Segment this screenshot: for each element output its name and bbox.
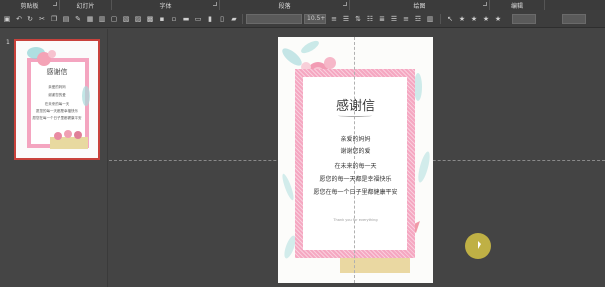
group-slides: 幻灯片 [60,0,112,10]
dialog-launcher-icon[interactable] [53,2,57,6]
ribbon-group-labels: 剪贴板 幻灯片 字体 段落 绘图 编辑 [0,0,605,10]
dialog-launcher-icon[interactable] [343,2,347,6]
slide-thumbnail[interactable]: 感谢信 亲爱的妈妈 谢谢您的爱 在未来的每一天 愿您的每一天都是幸福快乐 愿您在… [14,39,100,160]
font-name-select[interactable] [246,14,302,24]
char-spacing-icon[interactable]: ▭ [194,15,202,23]
body-line[interactable]: 在未来的每一天 [278,161,433,170]
align-right-icon[interactable]: ≡ [402,15,410,23]
quick-styles-icon[interactable]: ★ [482,15,490,23]
font-size-value: 10.5+ [307,15,326,22]
vertical-guide[interactable] [354,37,355,283]
clear-format-icon[interactable]: ▰ [230,15,238,23]
cut-icon[interactable]: ✂ [38,15,46,23]
columns-icon[interactable]: ▥ [426,15,434,23]
new-slide-icon[interactable]: ▦ [86,15,94,23]
thumbnail-line: 谢谢您的爱 [48,93,66,97]
justify-icon[interactable]: ☲ [414,15,422,23]
bold-icon[interactable]: ▨ [134,15,142,23]
bullets-icon[interactable]: ≡ [330,15,338,23]
title-swash [338,114,372,117]
shadow-icon[interactable]: ▬ [182,15,190,23]
dialog-launcher-icon[interactable] [213,2,217,6]
undo-icon[interactable]: ↶ [15,15,23,23]
slide-number: 1 [6,39,10,46]
strikethrough-icon[interactable]: ▫ [170,15,178,23]
shape-outline-select[interactable] [562,14,586,24]
separator [440,14,441,24]
slide[interactable]: 感谢信 亲爱的妈妈 谢谢您的爱 在未来的每一天 愿您的每一天都是幸福快乐 愿您在… [278,37,433,283]
group-font-label: 字体 [159,2,172,10]
numbering-icon[interactable]: ☰ [342,15,350,23]
group-font: 字体 [112,0,220,10]
mouse-pointer-icon [478,241,481,249]
thumbnail-line: 愿您在每一个日子里都健康平安 [32,116,82,120]
shapes-icon[interactable]: ★ [458,15,466,23]
group-paragraph: 段落 [220,0,350,10]
group-paragraph-label: 段落 [278,2,291,10]
group-drawing: 绘图 [350,0,490,10]
copy-icon[interactable]: ❐ [50,15,58,23]
align-center-icon[interactable]: ☰ [390,15,398,23]
save-icon[interactable]: ▣ [3,15,11,23]
thumbnail-line: 愿您的每一天都是幸福快乐 [36,109,78,113]
slide-title[interactable]: 感谢信 [278,95,433,114]
shape-fill-select[interactable] [512,14,536,24]
body-line[interactable]: 愿您在每一个日子里都健康平安 [278,187,433,196]
body-line[interactable]: 谢谢您的爱 [278,146,433,155]
format-painter-icon[interactable]: ✎ [74,15,82,23]
reset-icon[interactable]: ▢ [110,15,118,23]
separator [242,14,243,24]
slide-canvas[interactable]: 感谢信 亲爱的妈妈 谢谢您的爱 在未来的每一天 愿您的每一天都是幸福快乐 愿您在… [109,29,605,287]
group-empty [545,0,605,10]
body-line[interactable]: 亲爱的妈妈 [278,134,433,143]
group-clipboard-label: 剪贴板 [20,2,39,10]
english-caption[interactable]: Thank you for everything [278,218,433,222]
dialog-launcher-icon[interactable] [483,2,487,6]
redo-icon[interactable]: ↻ [26,15,34,23]
thumbnail-pane[interactable]: 1 感谢信 亲爱的妈妈 谢谢您的爱 在未来的每一天 愿您的每一天都是幸福快乐 愿… [0,29,108,287]
thumbnail-title: 感谢信 [46,68,68,76]
font-size-select[interactable]: 10.5+ [304,14,326,24]
italic-icon[interactable]: ▩ [146,15,154,23]
group-editing-label: 编辑 [510,2,523,10]
underline-icon[interactable]: ▪ [158,15,166,23]
change-case-icon[interactable]: ▮ [206,15,214,23]
group-slides-label: 幻灯片 [76,2,95,10]
thumbnail-floral-decoration [27,47,90,149]
group-editing: 编辑 [490,0,545,10]
group-clipboard: 剪贴板 [0,0,60,10]
text-direction-icon[interactable]: ⇅ [354,15,362,23]
body-line[interactable]: 愿您的每一天都是幸福快乐 [278,174,433,183]
select-pointer-icon[interactable]: ↖ [446,15,454,23]
font-color-icon[interactable]: ▯ [218,15,226,23]
align-left-icon[interactable]: ≣ [378,15,386,23]
group-drawing-label: 绘图 [413,2,426,10]
presentation-editor: 剪贴板 幻灯片 字体 段落 绘图 编辑 ▣ ↶ ↻ ✂ ❐ ▤ ✎ ▦ ▥ ▢ … [0,0,605,287]
layout-icon[interactable]: ▥ [98,15,106,23]
thumbnail-line: 在未来的每一天 [44,102,70,106]
shape-effects-icon[interactable]: ★ [494,15,502,23]
arrange-icon[interactable]: ★ [470,15,478,23]
paste-icon[interactable]: ▤ [62,15,70,23]
align-text-icon[interactable]: ☷ [366,15,374,23]
toolbar: ▣ ↶ ↻ ✂ ❐ ▤ ✎ ▦ ▥ ▢ ▧ ▨ ▩ ▪ ▫ ▬ ▭ ▮ ▯ ▰ … [0,10,605,28]
section-icon[interactable]: ▧ [122,15,130,23]
thumbnail-line: 亲爱的妈妈 [48,85,66,89]
